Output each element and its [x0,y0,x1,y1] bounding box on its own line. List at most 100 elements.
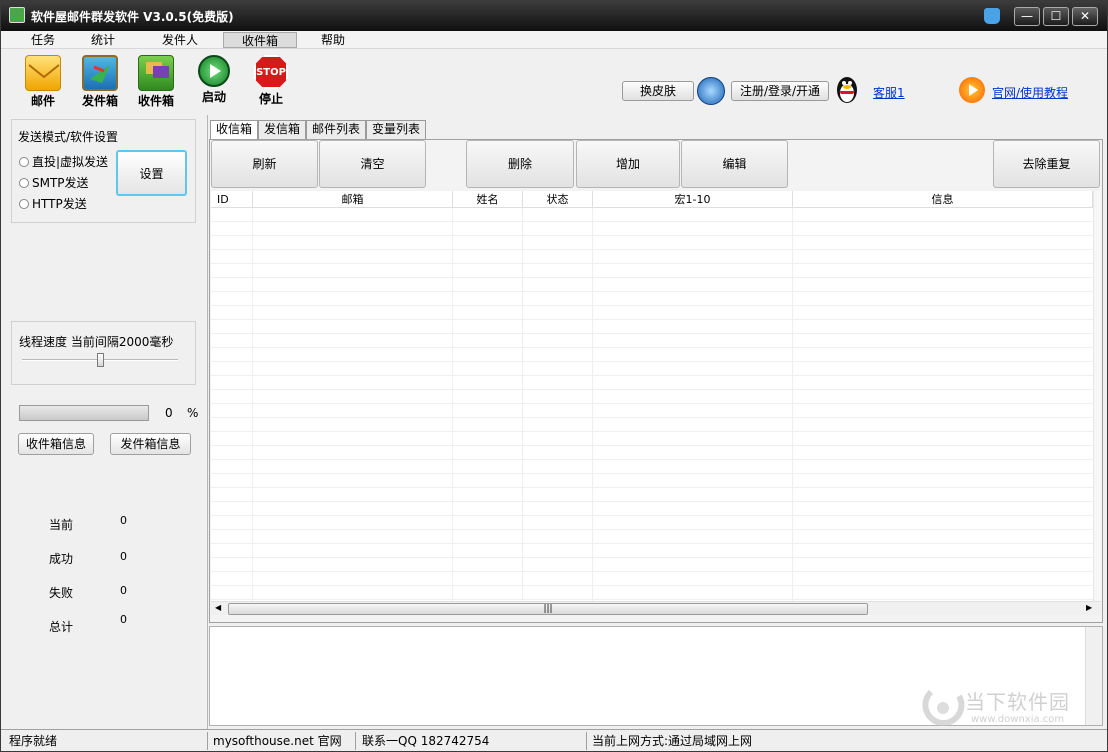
table-row[interactable] [211,530,1093,544]
delete-button[interactable]: 删除 [466,140,574,188]
column-line [792,208,793,601]
stat-success-label: 成功 [49,552,74,566]
register-button[interactable]: 注册/登录/开通 [731,81,829,101]
table-row[interactable] [211,236,1093,250]
table-row[interactable] [211,474,1093,488]
table-row[interactable] [211,572,1093,586]
dedupe-button[interactable]: 去除重复 [993,140,1100,188]
table-row[interactable] [211,404,1093,418]
title-bar[interactable]: 软件屋邮件群发软件 V3.0.5(免费版) — ☐ ✕ [1,1,1107,31]
menu-task[interactable]: 任务 [21,32,65,48]
tool-inbox[interactable]: 收件箱 [134,55,178,108]
stat-failed-value: 0 [120,584,127,597]
table-row[interactable] [211,264,1093,278]
tab-variable-list[interactable]: 变量列表 [366,120,426,139]
table-row[interactable] [211,544,1093,558]
watermark-logo-icon [922,689,965,727]
log-scrollbar[interactable] [1085,627,1102,725]
menu-stats[interactable]: 统计 [81,32,125,48]
menu-help[interactable]: 帮助 [311,32,355,48]
status-separator [355,732,356,750]
settings-button[interactable]: 设置 [116,150,187,196]
scroll-right-arrow-icon[interactable]: ▶ [1086,603,1092,612]
table-row[interactable] [211,320,1093,334]
column-header-id[interactable]: ID [211,191,253,208]
tool-stop[interactable]: STOP 停止 [249,55,293,107]
close-button[interactable]: ✕ [1072,7,1098,26]
tab-outbox[interactable]: 发信箱 [258,120,306,139]
table-row[interactable] [211,250,1093,264]
column-header-info[interactable]: 信息 [793,191,1093,208]
status-bar: 程序就绪 mysofthouse.net 官网 联系一QQ 182742754 … [1,729,1107,751]
table-row[interactable] [211,306,1093,320]
table-row[interactable] [211,222,1093,236]
column-header-macro[interactable]: 宏1-10 [593,191,793,208]
support-link[interactable]: 客服1 [873,84,905,101]
maximize-button[interactable]: ☐ [1043,7,1069,26]
stat-current-value: 0 [120,514,127,527]
menu-sender[interactable]: 发件人 [153,32,207,48]
table-row[interactable] [211,502,1093,516]
table-row[interactable] [211,390,1093,404]
column-line [592,208,593,601]
add-button[interactable]: 增加 [576,140,680,188]
tab-inbox[interactable]: 收信箱 [210,120,258,140]
column-header-email[interactable]: 邮箱 [253,191,453,208]
table-row[interactable] [211,488,1093,502]
radio-circle [19,157,29,167]
stop-sign-text: STOP [256,67,286,78]
edit-button[interactable]: 编辑 [681,140,788,188]
start-icon [198,55,230,87]
tool-start[interactable]: 启动 [192,55,236,107]
table-vertical-scrollbar[interactable] [1093,191,1101,601]
status-separator [586,732,587,750]
window-title: 软件屋邮件群发软件 V3.0.5(免费版) [31,10,234,24]
table-row[interactable] [211,292,1093,306]
status-separator [207,732,208,750]
outbox-info-button[interactable]: 发件箱信息 [110,433,191,455]
table-row[interactable] [211,558,1093,572]
tool-outbox[interactable]: 发件箱 [78,55,122,108]
scroll-left-arrow-icon[interactable]: ◀ [215,603,221,612]
column-header-status[interactable]: 状态 [523,191,593,208]
table-horizontal-scrollbar[interactable]: ◀ ||| ▶ [211,601,1101,615]
speed-slider-thumb[interactable] [97,353,104,367]
table-row[interactable] [211,460,1093,474]
tutorial-link[interactable]: 官网/使用教程 [992,84,1068,101]
mode-smtp-radio[interactable]: SMTP发送 [19,174,89,191]
blue-orb-icon[interactable] [697,77,725,105]
tool-start-label: 启动 [201,90,226,104]
table-row[interactable] [211,348,1093,362]
stat-total-value: 0 [120,613,127,626]
tool-mail[interactable]: 邮件 [21,55,65,108]
mode-smtp-label: SMTP发送 [32,176,89,190]
mode-http-radio[interactable]: HTTP发送 [19,195,87,212]
inbox-info-button[interactable]: 收件箱信息 [18,433,94,455]
minimize-button[interactable]: — [1014,7,1040,26]
tab-mail-list[interactable]: 邮件列表 [306,120,366,139]
mode-direct-radio[interactable]: 直投|虚拟发送 [19,153,108,170]
table-row[interactable] [211,418,1093,432]
scroll-thumb[interactable]: ||| [228,603,868,615]
table-row[interactable] [211,432,1093,446]
skin-shirt-icon[interactable] [984,8,1000,24]
qq-penguin-icon[interactable] [834,74,860,104]
table-row[interactable] [211,446,1093,460]
table-row[interactable] [211,208,1093,222]
stat-total-label: 总计 [49,620,74,634]
app-window: 软件屋邮件群发软件 V3.0.5(免费版) — ☐ ✕ 任务 统计 发件人 收件… [0,0,1108,752]
column-header-name[interactable]: 姓名 [453,191,523,208]
table-row[interactable] [211,586,1093,600]
table-row[interactable] [211,376,1093,390]
radio-circle [19,199,29,209]
table-row[interactable] [211,334,1093,348]
recipient-table[interactable]: ID 邮箱 姓名 状态 宏1-10 信息 [211,191,1093,601]
clear-button[interactable]: 清空 [319,140,426,188]
table-row[interactable] [211,362,1093,376]
table-row[interactable] [211,278,1093,292]
table-row[interactable] [211,516,1093,530]
play-icon[interactable] [959,77,985,103]
refresh-button[interactable]: 刷新 [211,140,318,188]
menu-inbox[interactable]: 收件箱 [223,32,297,48]
skin-button[interactable]: 换皮肤 [622,81,694,101]
